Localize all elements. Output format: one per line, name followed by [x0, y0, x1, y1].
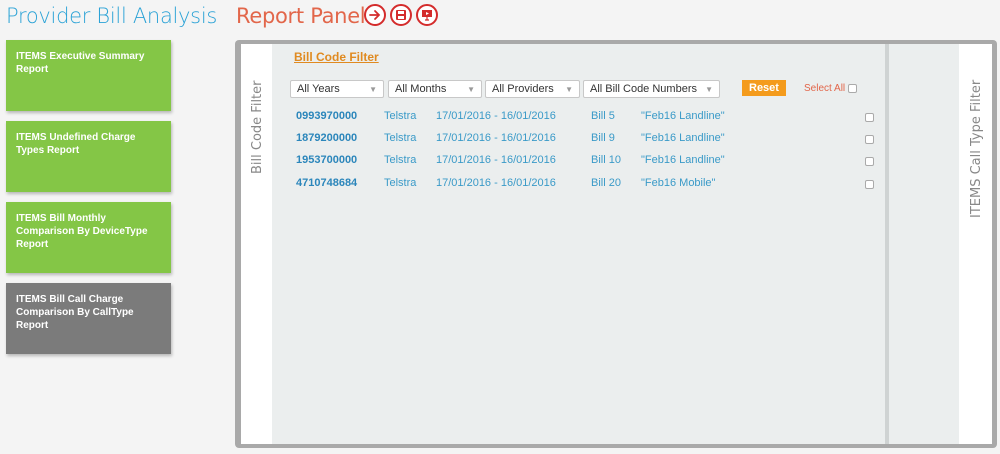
tab-bill-code-filter[interactable]: Bill Code Filter — [241, 44, 272, 444]
bill-number: 4710748684 — [296, 177, 358, 189]
filter-heading[interactable]: Bill Code Filter — [294, 50, 379, 64]
bill-description: "Feb16 Landline" — [641, 110, 725, 122]
report-executive-summary[interactable]: ITEMS Executive Summary Report — [6, 40, 171, 111]
report-call-charge-comparison[interactable]: ITEMS Bill Call Charge Comparison By Cal… — [6, 283, 171, 354]
bill-code-select-value: All Bill Code Numbers — [590, 83, 697, 95]
provider-select[interactable]: All Providers ▼ — [485, 80, 580, 98]
bill-row-checkbox[interactable] — [865, 135, 874, 144]
bill-label: Bill 5 — [591, 110, 615, 122]
year-select-value: All Years — [297, 83, 340, 95]
year-select[interactable]: All Years ▼ — [290, 80, 384, 98]
select-all: Select All — [804, 83, 858, 94]
bill-description: "Feb16 Mobile" — [641, 177, 716, 189]
reset-button[interactable]: Reset — [742, 80, 786, 96]
app-title: Provider Bill Analysis — [6, 4, 217, 28]
bill-row-checkbox[interactable] — [865, 113, 874, 122]
bill-row: 1879200000 Telstra 17/01/2016 - 16/01/20… — [272, 132, 885, 148]
bill-provider: Telstra — [384, 154, 417, 166]
provider-select-value: All Providers — [492, 83, 554, 95]
bill-row-checkbox[interactable] — [865, 180, 874, 189]
bill-number: 1953700000 — [296, 154, 358, 166]
bill-provider: Telstra — [384, 177, 417, 189]
tab-call-type-filter-label: ITEMS Call Type Filter — [969, 79, 984, 218]
bill-provider: Telstra — [384, 132, 417, 144]
bill-number: 1879200000 — [296, 132, 358, 144]
bill-description: "Feb16 Landline" — [641, 132, 725, 144]
arrow-right-icon — [369, 10, 381, 20]
bill-description: "Feb16 Landline" — [641, 154, 725, 166]
bill-provider: Telstra — [384, 110, 417, 122]
bill-period: 17/01/2016 - 16/01/2016 — [436, 132, 556, 144]
save-button[interactable] — [390, 4, 412, 26]
secondary-area — [889, 44, 959, 444]
bill-code-select[interactable]: All Bill Code Numbers ▼ — [583, 80, 720, 98]
bill-row: 0993970000 Telstra 17/01/2016 - 16/01/20… — [272, 110, 885, 126]
month-select-value: All Months — [395, 83, 447, 95]
run-report-button[interactable] — [364, 4, 386, 26]
bill-number: 0993970000 — [296, 110, 358, 122]
bill-row: 4710748684 Telstra 17/01/2016 - 16/01/20… — [272, 177, 885, 193]
report-undefined-charge-types[interactable]: ITEMS Undefined Charge Types Report — [6, 121, 171, 192]
chevron-down-icon: ▼ — [565, 84, 573, 94]
chevron-down-icon: ▼ — [705, 84, 713, 94]
present-button[interactable] — [416, 4, 438, 26]
select-all-checkbox[interactable] — [848, 84, 858, 93]
chevron-down-icon: ▼ — [369, 84, 377, 94]
bill-label: Bill 10 — [591, 154, 621, 166]
month-select[interactable]: All Months ▼ — [388, 80, 482, 98]
report-list: ITEMS Executive Summary Report ITEMS Und… — [6, 40, 171, 364]
bill-period: 17/01/2016 - 16/01/2016 — [436, 110, 556, 122]
panel-title: Report Panel — [236, 4, 366, 28]
presentation-icon — [422, 10, 432, 21]
bill-row-checkbox[interactable] — [865, 157, 874, 166]
bill-period: 17/01/2016 - 16/01/2016 — [436, 154, 556, 166]
tab-call-type-filter[interactable]: ITEMS Call Type Filter — [959, 44, 992, 444]
save-icon — [396, 10, 406, 20]
bill-code-filter-area: Bill Code Filter All Years ▼ All Months … — [272, 44, 885, 444]
tab-bill-code-filter-label: Bill Code Filter — [250, 80, 265, 175]
bill-row: 1953700000 Telstra 17/01/2016 - 16/01/20… — [272, 154, 885, 170]
bill-label: Bill 9 — [591, 132, 615, 144]
bill-label: Bill 20 — [591, 177, 621, 189]
chevron-down-icon: ▼ — [467, 84, 475, 94]
toolbar — [364, 4, 438, 26]
report-monthly-comparison[interactable]: ITEMS Bill Monthly Comparison By DeviceT… — [6, 202, 171, 273]
report-panel: Bill Code Filter Bill Code Filter All Ye… — [235, 40, 997, 448]
select-all-label: Select All — [804, 83, 846, 94]
bill-period: 17/01/2016 - 16/01/2016 — [436, 177, 556, 189]
